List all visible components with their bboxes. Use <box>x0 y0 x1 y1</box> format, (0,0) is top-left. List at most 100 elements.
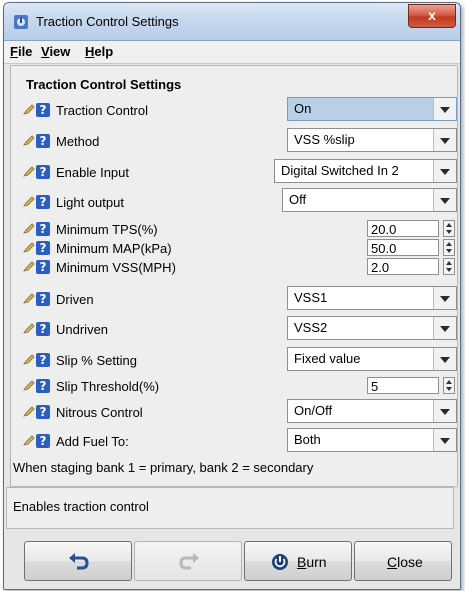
setting-label: Traction Control <box>56 103 148 118</box>
setting-label: Nitrous Control <box>56 405 143 420</box>
menu-bar: File View Help <box>4 41 460 64</box>
setting-label: Slip % Setting <box>56 353 137 368</box>
select-value: On <box>294 101 312 116</box>
edit-pencil-icon[interactable] <box>23 260 35 272</box>
help-icon[interactable]: ? <box>36 260 50 274</box>
minimum-map-spinner[interactable] <box>443 239 455 256</box>
title-bar[interactable]: Traction Control Settings x <box>4 3 460 41</box>
minimum-vss-spinner[interactable] <box>443 258 455 275</box>
edit-pencil-icon[interactable] <box>23 195 35 207</box>
menu-file-label: ile <box>17 44 33 59</box>
menu-help-mnemonic: H <box>85 44 95 59</box>
minimum-vss-field[interactable]: 2.0 <box>367 258 439 275</box>
edit-pencil-icon[interactable] <box>23 353 35 365</box>
nitrous-control-select[interactable]: On/Off <box>287 399 457 423</box>
help-icon[interactable]: ? <box>36 353 50 367</box>
slip-threshold-spinner[interactable] <box>443 377 455 394</box>
edit-pencil-icon[interactable] <box>23 405 35 417</box>
undriven-select[interactable]: VSS2 <box>287 316 457 340</box>
help-icon[interactable]: ? <box>36 165 50 179</box>
edit-pencil-icon[interactable] <box>23 222 35 234</box>
description-text: Enables traction control <box>13 499 149 514</box>
chevron-down-icon[interactable] <box>433 317 456 339</box>
field-value: 2.0 <box>371 260 390 275</box>
undo-icon <box>69 553 89 570</box>
setting-label: Light output <box>56 195 124 210</box>
setting-label: Driven <box>56 292 94 307</box>
burn-label-rest: urn <box>306 554 327 570</box>
select-value: On/Off <box>294 403 333 418</box>
select-value: VSS1 <box>294 290 328 305</box>
help-icon[interactable]: ? <box>36 134 50 148</box>
menu-view-label: iew <box>49 44 71 59</box>
power-icon <box>272 554 288 570</box>
edit-pencil-icon[interactable] <box>23 241 35 253</box>
chevron-down-icon[interactable] <box>433 287 456 309</box>
setting-label: Undriven <box>56 322 109 337</box>
setting-label: Method <box>56 134 100 149</box>
setting-label: Minimum VSS(MPH) <box>56 260 176 275</box>
select-value: VSS %slip <box>294 132 355 147</box>
chevron-down-icon[interactable] <box>433 189 456 211</box>
help-icon[interactable]: ? <box>36 322 50 336</box>
edit-pencil-icon[interactable] <box>23 165 35 177</box>
help-icon[interactable]: ? <box>36 103 50 117</box>
light-output-select[interactable]: Off <box>282 188 457 212</box>
help-icon[interactable]: ? <box>36 405 50 419</box>
chevron-down-icon[interactable] <box>433 429 456 451</box>
add-fuel-to-select[interactable]: Both <box>287 428 457 452</box>
traction-control-select[interactable]: On <box>287 97 457 121</box>
minimum-tps-spinner[interactable] <box>443 220 455 237</box>
select-value: Off <box>289 192 307 207</box>
chevron-down-icon[interactable] <box>433 400 456 422</box>
help-icon[interactable]: ? <box>36 379 50 393</box>
edit-pencil-icon[interactable] <box>23 379 35 391</box>
help-icon[interactable]: ? <box>36 241 50 255</box>
menu-view[interactable]: View <box>41 44 70 59</box>
app-icon <box>14 15 28 29</box>
help-icon[interactable]: ? <box>36 222 50 236</box>
driven-select[interactable]: VSS1 <box>287 286 457 310</box>
select-value: Fixed value <box>294 351 361 366</box>
redo-button[interactable] <box>134 541 242 581</box>
minimum-tps-field[interactable]: 20.0 <box>367 220 439 237</box>
slip-threshold-field[interactable]: 5 <box>367 377 439 394</box>
staging-note: When staging bank 1 = primary, bank 2 = … <box>13 460 314 475</box>
setting-label: Slip Threshold(%) <box>56 379 160 394</box>
undo-button[interactable] <box>24 541 132 581</box>
help-icon[interactable]: ? <box>36 195 50 209</box>
close-label-rest: lose <box>397 554 423 570</box>
select-value: Digital Switched In 2 <box>281 163 399 178</box>
minimum-map-field[interactable]: 50.0 <box>367 239 439 256</box>
chevron-down-icon[interactable] <box>433 348 456 370</box>
setting-label: Add Fuel To: <box>56 434 129 449</box>
enable-input-select[interactable]: Digital Switched In 2 <box>274 159 457 183</box>
help-icon[interactable]: ? <box>36 434 50 448</box>
edit-pencil-icon[interactable] <box>23 292 35 304</box>
slip-setting-select[interactable]: Fixed value <box>287 347 457 371</box>
close-label: Close <box>387 554 423 570</box>
chevron-down-icon[interactable] <box>433 160 456 182</box>
setting-label: Minimum MAP(kPa) <box>56 241 172 256</box>
edit-pencil-icon[interactable] <box>23 434 35 446</box>
close-mnemonic: C <box>387 554 398 570</box>
window-title: Traction Control Settings <box>36 14 179 29</box>
chevron-down-icon[interactable] <box>433 129 456 151</box>
burn-button[interactable]: Burn <box>244 541 352 581</box>
help-icon[interactable]: ? <box>36 292 50 306</box>
select-value: VSS2 <box>294 320 328 335</box>
field-value: 20.0 <box>371 222 397 237</box>
edit-pencil-icon[interactable] <box>23 322 35 334</box>
method-select[interactable]: VSS %slip <box>287 128 457 152</box>
edit-pencil-icon[interactable] <box>23 103 35 115</box>
window-close-button[interactable]: x <box>408 4 456 28</box>
menu-help-label: elp <box>94 44 114 59</box>
field-value: 50.0 <box>371 241 397 256</box>
panel-title: Traction Control Settings <box>26 77 182 92</box>
chevron-down-icon[interactable] <box>433 98 456 120</box>
burn-label: Burn <box>297 554 327 570</box>
close-button[interactable]: Close <box>354 541 452 581</box>
menu-help[interactable]: Help <box>85 44 113 59</box>
edit-pencil-icon[interactable] <box>23 134 35 146</box>
menu-file[interactable]: File <box>10 44 32 59</box>
